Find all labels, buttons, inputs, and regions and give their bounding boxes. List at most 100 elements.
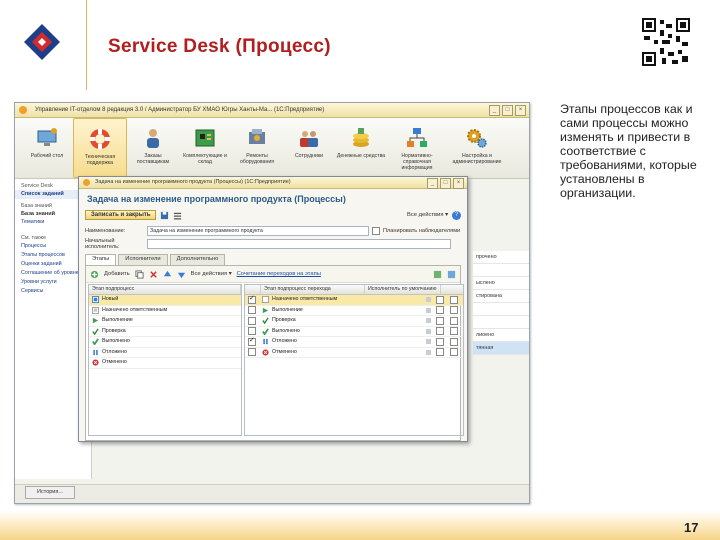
table-row[interactable]: Проверка bbox=[89, 327, 241, 337]
row-checkbox[interactable] bbox=[450, 337, 458, 346]
more-actions-menu[interactable]: Все действия ▾ bbox=[407, 212, 448, 218]
table-row[interactable]: Выполнено bbox=[89, 337, 241, 348]
slide-description: Этапы процессов как и сами процессы можн… bbox=[560, 102, 697, 200]
history-button[interactable]: История... bbox=[25, 486, 75, 499]
table-row[interactable]: Новый bbox=[89, 295, 241, 306]
ribbon-item-orders[interactable]: Заказы поставщикам bbox=[127, 118, 179, 178]
minimize-icon[interactable]: _ bbox=[427, 178, 438, 189]
list-item[interactable]: тянная bbox=[473, 342, 529, 355]
row-checkbox[interactable] bbox=[436, 306, 444, 315]
list-icon[interactable] bbox=[173, 211, 182, 220]
table-row[interactable]: Отменено bbox=[89, 358, 241, 369]
copy-icon[interactable] bbox=[135, 269, 144, 279]
pause-icon bbox=[93, 349, 98, 355]
ribbon-item-settings[interactable]: Настройка и администрирование bbox=[447, 118, 507, 178]
process-dialog: Задача на изменение программного продукт… bbox=[78, 176, 468, 442]
row-checkbox[interactable] bbox=[248, 336, 256, 346]
save-icon[interactable] bbox=[160, 211, 169, 220]
ribbon-item-support[interactable]: Техническая поддержка bbox=[73, 118, 127, 178]
list-item[interactable] bbox=[473, 303, 529, 316]
add-button[interactable]: Добавить bbox=[104, 271, 130, 277]
app-titlebar: Управление IT-отделом 8 редакция 3.0 / А… bbox=[15, 103, 529, 118]
ribbon-item-employees[interactable]: Сотрудники bbox=[283, 118, 335, 178]
row-checkbox[interactable] bbox=[450, 348, 458, 357]
tab-additional[interactable]: Дополнительно bbox=[169, 254, 226, 265]
list-item[interactable] bbox=[473, 316, 529, 329]
table-row[interactable]: Отменено bbox=[245, 348, 463, 358]
maximize-icon[interactable]: □ bbox=[502, 105, 513, 116]
minimize-icon[interactable]: _ bbox=[489, 105, 500, 116]
table-row[interactable]: Отложено bbox=[245, 336, 463, 348]
lifebuoy-icon bbox=[90, 129, 110, 149]
row-checkbox[interactable] bbox=[436, 295, 444, 304]
row-checkbox[interactable] bbox=[436, 337, 444, 346]
name-field[interactable]: Задача на изменение программного продукт… bbox=[147, 225, 369, 236]
person-icon bbox=[147, 129, 159, 148]
page-number: 17 bbox=[684, 520, 699, 535]
row-checkbox[interactable] bbox=[248, 348, 256, 357]
move-up-icon[interactable] bbox=[163, 270, 172, 279]
stages-more-actions[interactable]: Все действия ▾ bbox=[191, 271, 232, 277]
tab-stages[interactable]: Этапы bbox=[85, 254, 117, 265]
table-row[interactable]: Выполнено bbox=[245, 327, 463, 337]
move-down-icon[interactable] bbox=[177, 270, 186, 279]
row-checkbox[interactable] bbox=[450, 327, 458, 336]
save-close-button[interactable]: Записать и закрыть bbox=[85, 210, 157, 220]
slide: Service Desk (Процесс) Этапы процессов к… bbox=[0, 0, 720, 540]
ribbon-item-reference[interactable]: Нормативно-справочная информация bbox=[387, 118, 447, 178]
transitions-link[interactable]: Сочетание переходов на этапы bbox=[237, 271, 321, 277]
table-row[interactable]: Выполнение bbox=[245, 306, 463, 316]
row-checkbox[interactable] bbox=[450, 306, 458, 315]
transitions-grid-header: Этап подпроцесс перехода Исполнитель по … bbox=[245, 285, 463, 295]
stages-grid-header: Этап подпроцесс bbox=[89, 285, 241, 295]
cancel-icon bbox=[262, 349, 269, 356]
table-row[interactable]: Назначено ответственным bbox=[89, 306, 241, 316]
plan-label: Планировать наблюдателями bbox=[383, 227, 461, 234]
row-checkbox[interactable] bbox=[248, 327, 256, 336]
close-icon[interactable]: × bbox=[515, 105, 526, 116]
transitions-grid: Этап подпроцесс перехода Исполнитель по … bbox=[244, 284, 464, 436]
row-checkbox[interactable] bbox=[436, 327, 444, 336]
tab-executors[interactable]: Исполнители bbox=[118, 254, 168, 265]
list-item[interactable]: ыслено bbox=[473, 277, 529, 290]
row-checkbox[interactable] bbox=[450, 316, 458, 325]
row-checkbox[interactable] bbox=[248, 316, 256, 325]
table-row[interactable]: Назначено ответственным bbox=[245, 294, 463, 306]
initial-executor-field[interactable] bbox=[147, 238, 451, 249]
refresh-icon[interactable] bbox=[433, 270, 442, 279]
table-row[interactable]: Проверка bbox=[245, 316, 463, 327]
assign-icon bbox=[92, 306, 99, 314]
help-icon[interactable]: ? bbox=[452, 210, 461, 220]
row-checkbox[interactable] bbox=[248, 294, 256, 304]
done-icon bbox=[262, 328, 269, 335]
ribbon-item-repairs[interactable]: Ремонты оборудования bbox=[231, 118, 283, 178]
plan-checkbox[interactable] bbox=[372, 226, 380, 235]
app-logo-icon bbox=[83, 179, 90, 186]
row-checkbox[interactable] bbox=[450, 295, 458, 304]
table-row[interactable]: Выполнение bbox=[89, 316, 241, 327]
row-checkbox[interactable] bbox=[248, 306, 256, 315]
column-header-check bbox=[245, 285, 261, 294]
delete-icon[interactable] bbox=[149, 270, 158, 279]
ribbon-item-desktop[interactable]: Рабочий стол bbox=[21, 118, 73, 178]
maximize-icon[interactable]: □ bbox=[440, 178, 451, 189]
settings-icon[interactable] bbox=[447, 270, 456, 279]
table-row[interactable]: Отложено bbox=[89, 348, 241, 358]
list-item[interactable] bbox=[473, 264, 529, 277]
stages-toolbar: Добавить Все действия ▾ Сочетание перехо… bbox=[86, 266, 460, 283]
close-icon[interactable]: × bbox=[453, 178, 464, 189]
header-divider bbox=[86, 0, 87, 90]
list-item[interactable]: стирована bbox=[473, 290, 529, 303]
add-icon[interactable] bbox=[90, 270, 99, 279]
ribbon-item-components[interactable]: Комплектующие и склад bbox=[179, 118, 231, 178]
row-checkbox[interactable] bbox=[436, 316, 444, 325]
done-icon bbox=[92, 338, 99, 346]
background-list: прочено ыслено стирована лиоено тянная bbox=[473, 251, 529, 355]
stages-grid: Этап подпроцесс Новый Назначено ответств… bbox=[88, 284, 242, 436]
list-item[interactable]: лиоено bbox=[473, 329, 529, 342]
row-checkbox[interactable] bbox=[436, 348, 444, 357]
list-item[interactable]: прочено bbox=[473, 251, 529, 264]
column-header: Исполнитель по умолчанию bbox=[365, 285, 441, 294]
ribbon-item-money[interactable]: Денежные средства bbox=[335, 118, 387, 178]
desktop-icon bbox=[37, 128, 57, 146]
